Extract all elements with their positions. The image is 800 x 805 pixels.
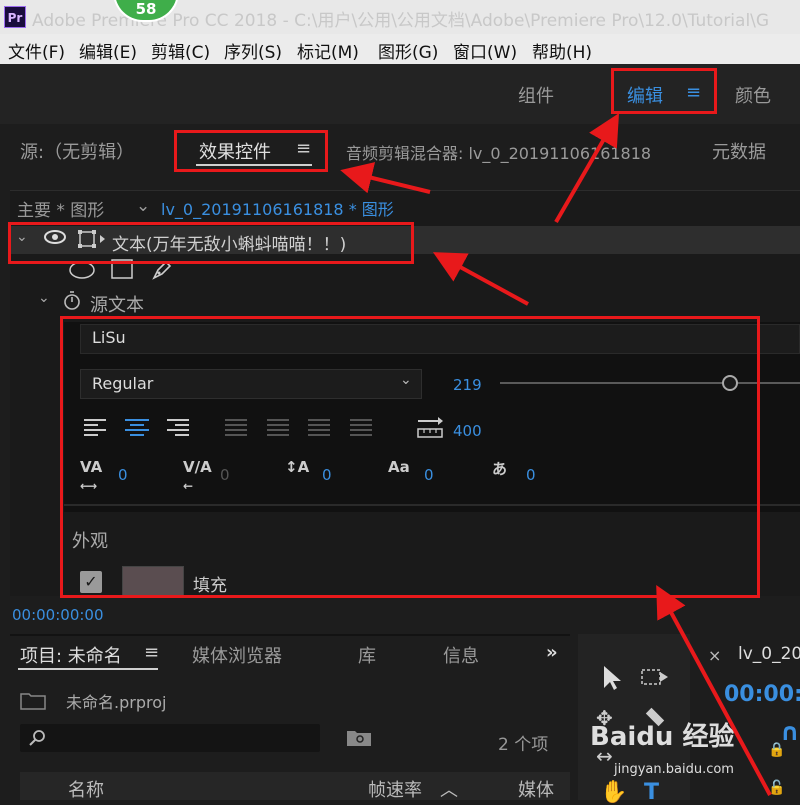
annotation-arrows: [340, 113, 772, 796]
